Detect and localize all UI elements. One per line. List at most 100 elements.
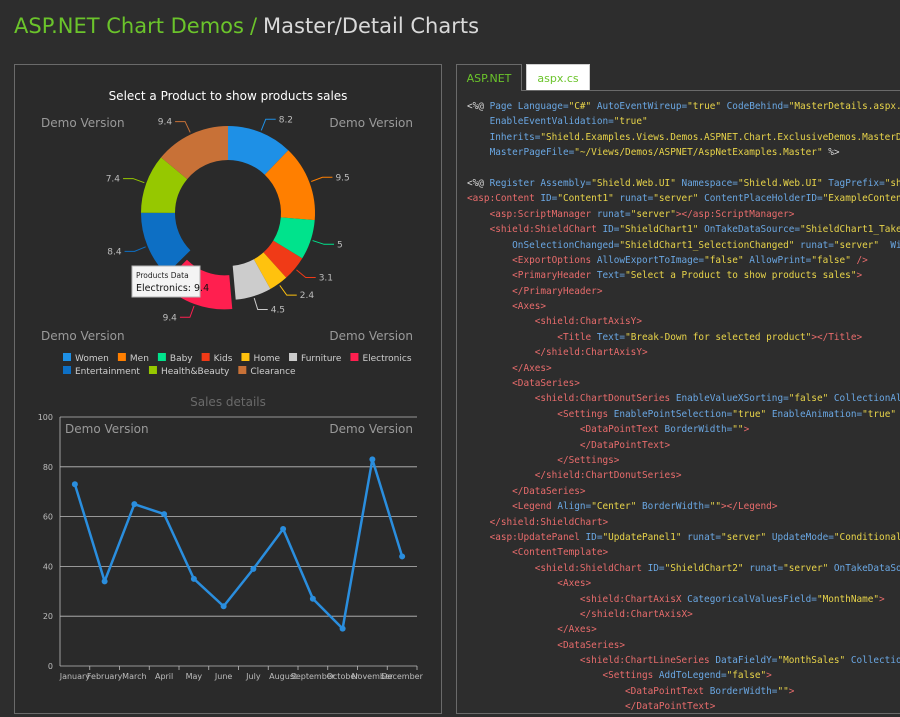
code-token: "false" <box>811 254 851 266</box>
donut-label-connector <box>253 297 268 311</box>
code-token: </Settings> <box>467 454 620 466</box>
legend-swatch <box>63 366 71 374</box>
donut-data-label: 9.4 <box>158 118 173 128</box>
y-tick-label: 100 <box>38 413 53 422</box>
code-token: "~/Views/Demos/ASPNET/AspNetExamples.Mas… <box>574 147 823 159</box>
code-token: DataFieldY= <box>709 655 778 667</box>
code-token: "" <box>777 685 789 697</box>
donut-data-label: 9.4 <box>163 313 178 323</box>
code-token: EnableAnimation= <box>766 408 863 420</box>
legend-item[interactable]: Entertainment <box>63 366 140 377</box>
code-line: <Settings AddToLegend="false"> <box>467 668 900 683</box>
sales-point[interactable] <box>369 456 376 463</box>
code-line: <shield:ChartDonutSeries EnableValueXSor… <box>467 391 900 406</box>
legend-item[interactable]: Clearance <box>238 366 296 377</box>
code-token: <Axes> <box>467 301 547 313</box>
code-line: </Settings> <box>467 453 900 468</box>
sales-point[interactable] <box>250 565 257 572</box>
code-token: <shield:ChartAxisX <box>467 593 682 605</box>
code-token: <Title <box>467 331 592 343</box>
legend-label: Baby <box>170 354 193 364</box>
code-token: "" <box>732 424 744 436</box>
legend-item[interactable]: Furniture <box>289 353 342 364</box>
code-token: AllowExportToImage= <box>591 254 705 266</box>
legend-item[interactable]: Women <box>63 353 109 364</box>
legend-label: Clearance <box>250 367 296 377</box>
page-title: Master/Detail Charts <box>263 14 480 38</box>
x-tick-label: March <box>122 672 146 681</box>
sales-point[interactable] <box>131 501 138 508</box>
code-token: <Legend <box>467 501 552 513</box>
legend-item[interactable]: Men <box>117 353 149 364</box>
code-token: <Axes> <box>467 578 592 590</box>
sales-point[interactable] <box>220 603 227 610</box>
code-token: CodeBehind= <box>721 101 789 112</box>
sales-point[interactable] <box>101 578 108 585</box>
breadcrumb-separator: / <box>249 14 258 38</box>
code-token: Register Assembly= <box>489 177 592 189</box>
tab-aspnet[interactable]: ASP.NET <box>456 64 522 91</box>
tooltip-value: 9.4 <box>194 283 209 294</box>
code-token: > <box>856 270 863 282</box>
code-token: "MonthName" <box>816 593 880 605</box>
code-token: <DataSeries> <box>467 639 626 651</box>
y-tick-label: 60 <box>43 513 53 522</box>
legend-item[interactable]: Health&Beauty <box>148 366 230 377</box>
sales-point[interactable] <box>161 511 168 518</box>
source-code: <%@ Page Language="C#" AutoEventWireup="… <box>467 99 900 713</box>
tooltip-label: Electronics: 9.4 <box>136 283 209 294</box>
code-token: > <box>879 593 885 605</box>
code-token: CollectionAlias= <box>833 393 900 405</box>
chart-tooltip: Products Data Electronics: 9.4 <box>131 265 209 298</box>
code-token: <Settings <box>467 408 609 420</box>
sales-point[interactable] <box>280 526 287 533</box>
code-token: <ContentTemplate> <box>467 547 609 559</box>
legend-item[interactable]: Kids <box>201 353 233 364</box>
legend-swatch <box>241 353 250 361</box>
donut-data-label: 8.4 <box>107 247 122 257</box>
code-token: ContentPlaceHolderID= <box>698 193 823 205</box>
code-token: <shield:ChartDonutSeries <box>467 393 671 405</box>
donut-label-connector <box>179 305 195 318</box>
code-token: </shield:ChartAxisX> <box>467 608 693 620</box>
code-token: %> <box>822 147 840 159</box>
code-token: EnableEventValidation= <box>467 116 614 128</box>
legend-item[interactable]: Baby <box>157 353 193 364</box>
legend-swatch <box>201 353 210 361</box>
donut-legend: Women Men Baby Kids Home Furniture Electronics… <box>63 353 412 377</box>
breadcrumb-link[interactable]: ASP.NET Chart Demos <box>14 14 244 38</box>
legend-label: Home <box>253 354 280 364</box>
sales-point[interactable] <box>309 595 316 602</box>
code-token: MasterPageFile= <box>467 147 575 159</box>
code-token: </Axes> <box>467 362 552 374</box>
code-token: ID= <box>641 562 665 574</box>
donut-data-label: 2.4 <box>300 291 315 301</box>
code-line: </DataSeries> <box>467 484 900 499</box>
watermark: Demo Version <box>41 329 125 343</box>
donut-data-label: 3.1 <box>319 274 333 284</box>
code-token: Inherits= <box>467 131 541 143</box>
code-token: <%@ <box>467 177 490 189</box>
legend-item[interactable]: Home <box>241 353 280 364</box>
code-line: </Axes> <box>467 361 900 376</box>
code-line: <shield:ShieldChart ID="ShieldChart2" ru… <box>467 561 900 576</box>
code-token: </shield:ShieldChart> <box>467 516 609 528</box>
code-panel: ASP.NET aspx.cs <%@ Page Language="C#" A… <box>456 64 900 714</box>
tab-aspx-cs[interactable]: aspx.cs <box>526 64 590 91</box>
code-token: </DataPointText> <box>467 701 716 713</box>
code-line: <shield:ChartAxisX CategoricalValuesFiel… <box>467 592 900 607</box>
code-token: /> <box>850 254 868 266</box>
legend-item[interactable]: Electronics <box>350 353 412 364</box>
sales-point[interactable] <box>339 625 346 632</box>
legend-label: Kids <box>214 354 233 364</box>
code-line: <asp:UpdatePanel ID="UpdatePanel1" runat… <box>467 530 900 545</box>
sales-point[interactable] <box>399 553 406 560</box>
x-tick-label: May <box>186 672 203 681</box>
code-token: "MasterDetails.aspx.cs" <box>788 101 900 112</box>
code-token: runat= <box>681 531 722 543</box>
code-token: AddToLegend= <box>896 409 900 420</box>
code-line: <Title Text="Break-Down for selected pro… <box>467 330 900 345</box>
sales-point[interactable] <box>190 575 197 582</box>
sales-point[interactable] <box>71 481 78 488</box>
